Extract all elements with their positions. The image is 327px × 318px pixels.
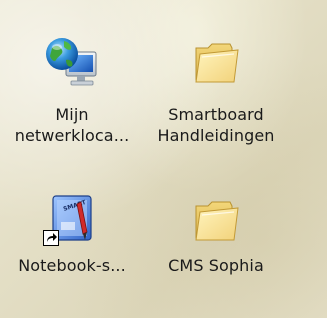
desktop-icon-network-places[interactable]: Mijn netwerkloca... bbox=[0, 28, 152, 158]
notebook-shortcut-label-line1: Notebook-s... bbox=[18, 256, 126, 275]
desktop: Mijn netwerkloca... Smartboard Handleidi… bbox=[0, 0, 327, 318]
desktop-icon-smartboard-folder[interactable]: Smartboard Handleidingen bbox=[136, 28, 296, 158]
folder-icon bbox=[190, 36, 242, 88]
network-places-label-line1: Mijn bbox=[55, 105, 89, 124]
cms-sophia-folder-label: CMS Sophia bbox=[136, 255, 296, 276]
folder-icon bbox=[190, 194, 242, 246]
smartboard-folder-label-line1: Smartboard bbox=[168, 105, 264, 124]
shortcut-arrow-icon bbox=[43, 230, 59, 246]
smartboard-folder-label-line2: Handleidingen bbox=[157, 126, 275, 145]
smartboard-folder-label: Smartboard Handleidingen bbox=[136, 104, 296, 146]
network-places-icon bbox=[42, 32, 102, 92]
network-places-label-line2: netwerkloca... bbox=[14, 126, 130, 145]
network-places-label: Mijn netwerkloca... bbox=[0, 104, 152, 146]
notebook-shortcut-label: Notebook-s... bbox=[0, 255, 152, 276]
cms-sophia-folder-label-line1: CMS Sophia bbox=[168, 256, 264, 275]
desktop-icon-notebook-shortcut[interactable]: SMART Notebook-s... bbox=[0, 188, 152, 288]
desktop-icon-cms-sophia-folder[interactable]: CMS Sophia bbox=[136, 188, 296, 288]
smart-notebook-shortcut-icon: SMART bbox=[43, 192, 97, 246]
